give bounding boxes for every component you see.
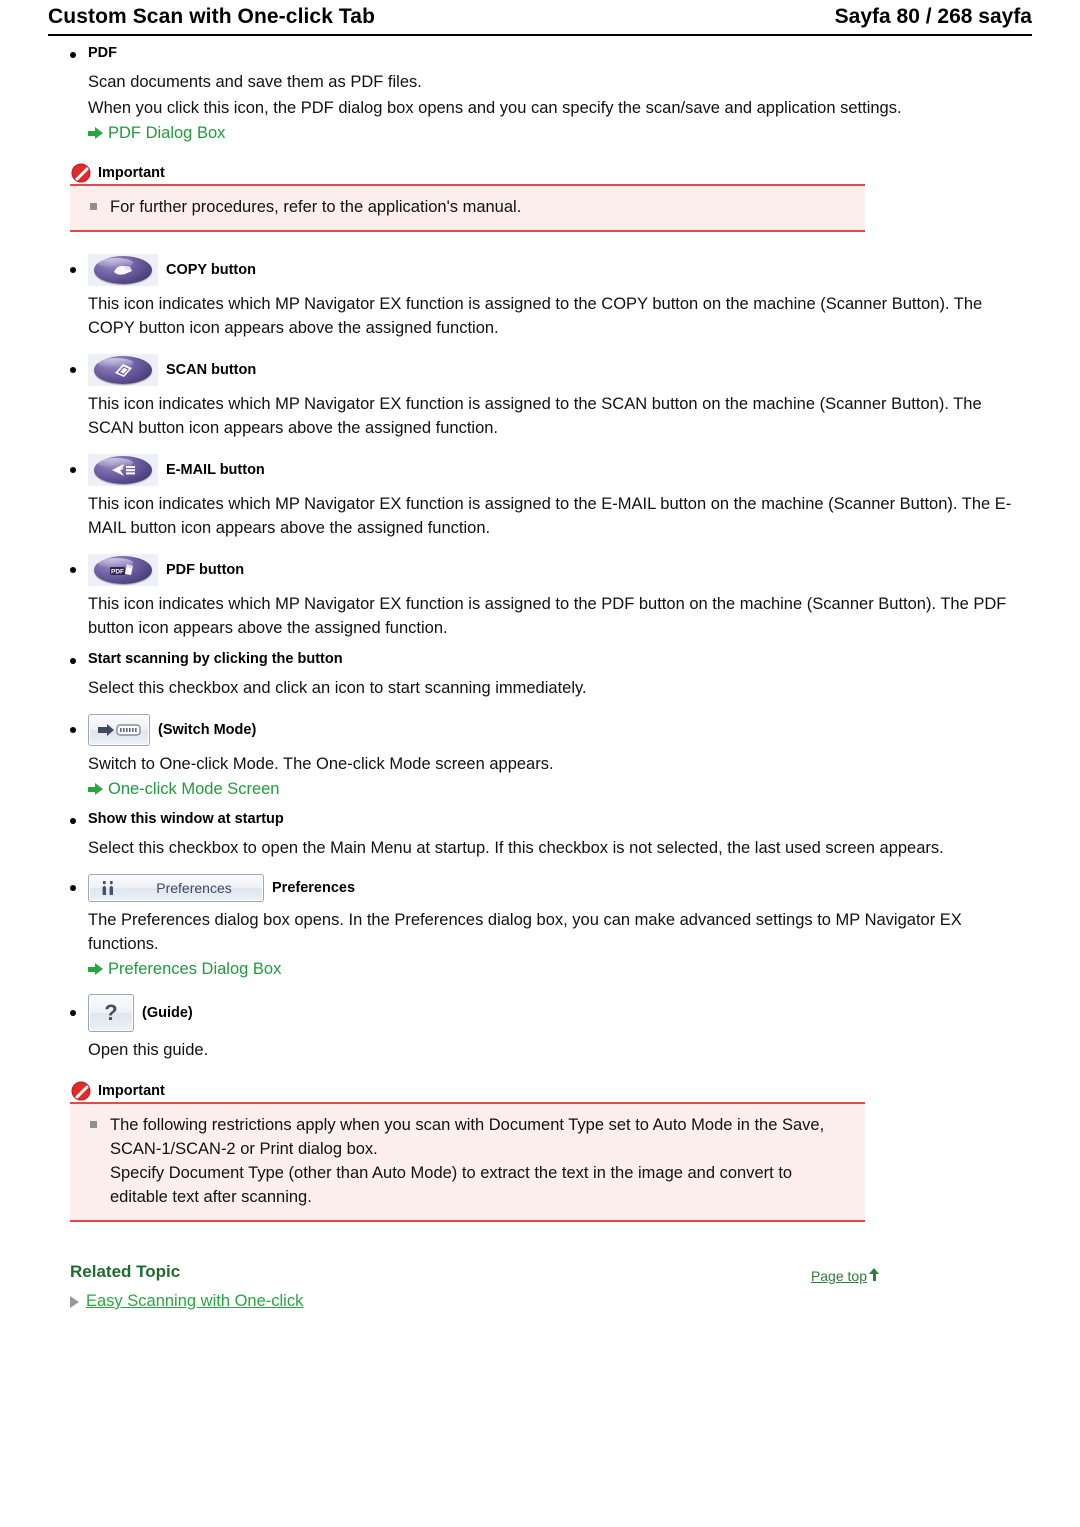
important-bottom-item-1: The following restrictions apply when yo… (84, 1113, 851, 1209)
important-bottom-header: Important (70, 1080, 1032, 1102)
arrow-right-icon (88, 963, 103, 975)
section-start-scanning: Start scanning by clicking the button (48, 650, 1032, 670)
copy-oval (94, 256, 152, 284)
related-topic-heading: Related Topic (70, 1262, 181, 1281)
pdf-button-para: This icon indicates which MP Navigator E… (88, 595, 1007, 637)
section-pdf-button: PDF PDF button (48, 554, 1032, 586)
preferences-button-label: Preferences (156, 880, 232, 896)
section-switch-mode: (Switch Mode) (48, 714, 1032, 746)
switch-mode-icon[interactable] (88, 714, 150, 746)
email-button-para: This icon indicates which MP Navigator E… (88, 495, 1012, 537)
arrow-right-icon (88, 783, 103, 795)
guide-button[interactable]: ? (88, 994, 134, 1032)
page-top-link[interactable]: Page top (811, 1268, 880, 1284)
section-pdf: PDF (48, 44, 1032, 64)
switch-mode-para: Switch to One-click Mode. The One-click … (88, 755, 554, 773)
link-preferences-dialog-box[interactable]: Preferences Dialog Box (88, 958, 281, 980)
section-scan-button: SCAN button (48, 354, 1032, 386)
important-top-label: Important (98, 165, 165, 181)
section-show-window: Show this window at startup (48, 810, 1032, 830)
preferences-dialog-link-wrap: Preferences Dialog Box (88, 958, 1032, 980)
scan-button-para: This icon indicates which MP Navigator E… (88, 395, 982, 437)
arrow-right-icon (88, 127, 103, 139)
important-top-item-1: For further procedures, refer to the app… (84, 195, 851, 219)
copy-button-para: This icon indicates which MP Navigator E… (88, 295, 983, 337)
switch-mode-title: (Switch Mode) (158, 722, 257, 738)
important-bottom-label: Important (98, 1083, 165, 1099)
pdf-button-title: PDF button (166, 562, 245, 578)
email-scanner-icon (88, 454, 158, 486)
scan-button-icon-wrap: SCAN button (88, 354, 256, 386)
guide-para: Open this guide. (88, 1041, 209, 1059)
section-copy-button: COPY button (48, 254, 1032, 286)
pdf-scanner-icon: PDF (88, 554, 158, 586)
important-bottom-item-1-line-1: The following restrictions apply when yo… (110, 1116, 825, 1158)
email-button-title: E-MAIL button (166, 462, 265, 478)
show-window-title: Show this window at startup (88, 811, 284, 827)
pdf-para-1: Scan documents and save them as PDF file… (88, 73, 422, 91)
preferences-para: The Preferences dialog box opens. In the… (88, 911, 962, 953)
page-top-label: Page top (810, 1268, 867, 1284)
preferences-button[interactable]: Preferences (88, 874, 264, 902)
link-easy-scanning-one-click[interactable]: Easy Scanning with One-click (70, 1292, 303, 1311)
guide-title: (Guide) (142, 1005, 193, 1021)
triangle-right-icon (70, 1295, 79, 1308)
pdf-dialog-link-wrap: PDF Dialog Box (88, 122, 1032, 144)
pdf-button-icon-wrap: PDF PDF button (88, 554, 244, 586)
copy-button-icon-wrap: COPY button (88, 254, 256, 286)
pdf-oval: PDF (94, 556, 152, 584)
copy-scanner-icon (88, 254, 158, 286)
section-guide: ? (Guide) (48, 994, 1032, 1032)
one-click-mode-link-wrap: One-click Mode Screen (88, 778, 1032, 800)
link-pdf-dialog-box[interactable]: PDF Dialog Box (88, 122, 225, 144)
show-window-para: Select this checkbox to open the Main Me… (88, 839, 944, 857)
page-title: Custom Scan with One-click Tab (48, 5, 376, 28)
page-header: Custom Scan with One-click Tab Sayfa 80 … (48, 0, 1032, 36)
guide-wrap: ? (Guide) (88, 994, 193, 1032)
no-entry-icon (70, 162, 92, 184)
link-pdf-dialog-box-label: PDF Dialog Box (108, 124, 226, 142)
link-one-click-mode-screen-label: One-click Mode Screen (108, 780, 280, 798)
pdf-title: PDF (88, 45, 117, 61)
document-page: Custom Scan with One-click Tab Sayfa 80 … (0, 0, 1080, 1527)
scan-scanner-icon (88, 354, 158, 386)
link-easy-scanning-one-click-label: Easy Scanning with One-click (86, 1292, 304, 1310)
link-preferences-dialog-box-label: Preferences Dialog Box (108, 960, 282, 978)
page-indicator: Sayfa 80 / 268 sayfa (834, 5, 1032, 28)
preferences-title: Preferences (272, 880, 356, 896)
question-mark-icon: ? (104, 1000, 118, 1025)
link-one-click-mode-screen[interactable]: One-click Mode Screen (88, 778, 280, 800)
start-scanning-title: Start scanning by clicking the button (88, 651, 343, 667)
no-entry-icon (70, 1080, 92, 1102)
start-scanning-para: Select this checkbox and click an icon t… (88, 679, 587, 697)
document-content: PDF Scan documents and save them as PDF … (48, 44, 1032, 1313)
section-preferences: Preferences Preferences (48, 874, 1032, 902)
pdf-para-2: When you click this icon, the PDF dialog… (88, 99, 902, 117)
copy-button-title: COPY button (166, 262, 256, 278)
email-oval (94, 456, 152, 484)
switch-mode-wrap: (Switch Mode) (88, 714, 256, 746)
email-button-icon-wrap: E-MAIL button (88, 454, 265, 486)
scan-button-title: SCAN button (166, 362, 257, 378)
svg-text:PDF: PDF (111, 569, 124, 576)
important-top-header: Important (70, 162, 1032, 184)
preferences-wrap: Preferences Preferences (88, 874, 355, 902)
section-email-button: E-MAIL button (48, 454, 1032, 486)
arrow-up-icon (869, 1268, 880, 1281)
important-bottom-item-1-line-2: Specify Document Type (other than Auto M… (110, 1164, 793, 1206)
important-bottom-box: The following restrictions apply when yo… (70, 1102, 865, 1222)
tools-icon (102, 881, 113, 895)
scan-oval (94, 356, 152, 384)
important-top-box: For further procedures, refer to the app… (70, 184, 865, 232)
